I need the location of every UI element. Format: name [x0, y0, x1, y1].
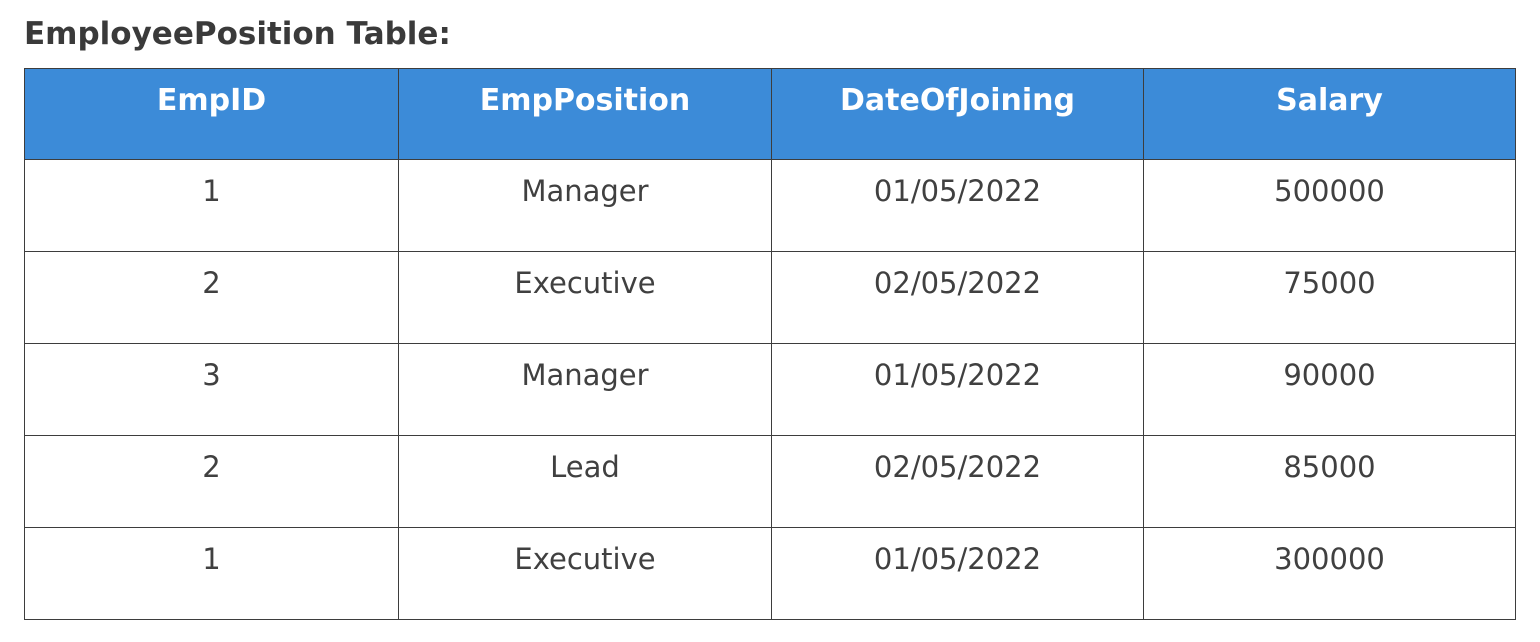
cell-empid: 1 [24, 527, 399, 620]
cell-empid: 2 [24, 251, 399, 344]
table-row: 1 Manager 01/05/2022 500000 [24, 159, 1516, 252]
table-row: 3 Manager 01/05/2022 90000 [24, 343, 1516, 436]
cell-salary: 75000 [1143, 251, 1516, 344]
cell-empposition: Executive [398, 527, 772, 620]
cell-empposition: Manager [398, 159, 772, 252]
page-title: EmployeePosition Table: [24, 16, 451, 52]
cell-empposition: Manager [398, 343, 772, 436]
cell-empid: 1 [24, 159, 399, 252]
cell-empposition: Executive [398, 251, 772, 344]
employee-position-table: EmpID EmpPosition DateOfJoining Salary 1… [24, 68, 1516, 620]
table-body: 1 Manager 01/05/2022 500000 2 Executive … [24, 159, 1516, 620]
table-row: 1 Executive 01/05/2022 300000 [24, 527, 1516, 620]
cell-dateofjoining: 02/05/2022 [771, 435, 1144, 528]
cell-dateofjoining: 02/05/2022 [771, 251, 1144, 344]
table-row: 2 Executive 02/05/2022 75000 [24, 251, 1516, 344]
cell-salary: 500000 [1143, 159, 1516, 252]
cell-salary: 85000 [1143, 435, 1516, 528]
column-header-empid: EmpID [24, 68, 399, 160]
cell-salary: 90000 [1143, 343, 1516, 436]
table-header-row: EmpID EmpPosition DateOfJoining Salary [24, 68, 1516, 160]
cell-dateofjoining: 01/05/2022 [771, 527, 1144, 620]
table-header: EmpID EmpPosition DateOfJoining Salary [24, 68, 1516, 160]
column-header-dateofjoining: DateOfJoining [771, 68, 1144, 160]
column-header-salary: Salary [1143, 68, 1516, 160]
cell-empid: 2 [24, 435, 399, 528]
cell-dateofjoining: 01/05/2022 [771, 159, 1144, 252]
table-row: 2 Lead 02/05/2022 85000 [24, 435, 1516, 528]
cell-empid: 3 [24, 343, 399, 436]
cell-empposition: Lead [398, 435, 772, 528]
column-header-empposition: EmpPosition [398, 68, 772, 160]
cell-salary: 300000 [1143, 527, 1516, 620]
cell-dateofjoining: 01/05/2022 [771, 343, 1144, 436]
